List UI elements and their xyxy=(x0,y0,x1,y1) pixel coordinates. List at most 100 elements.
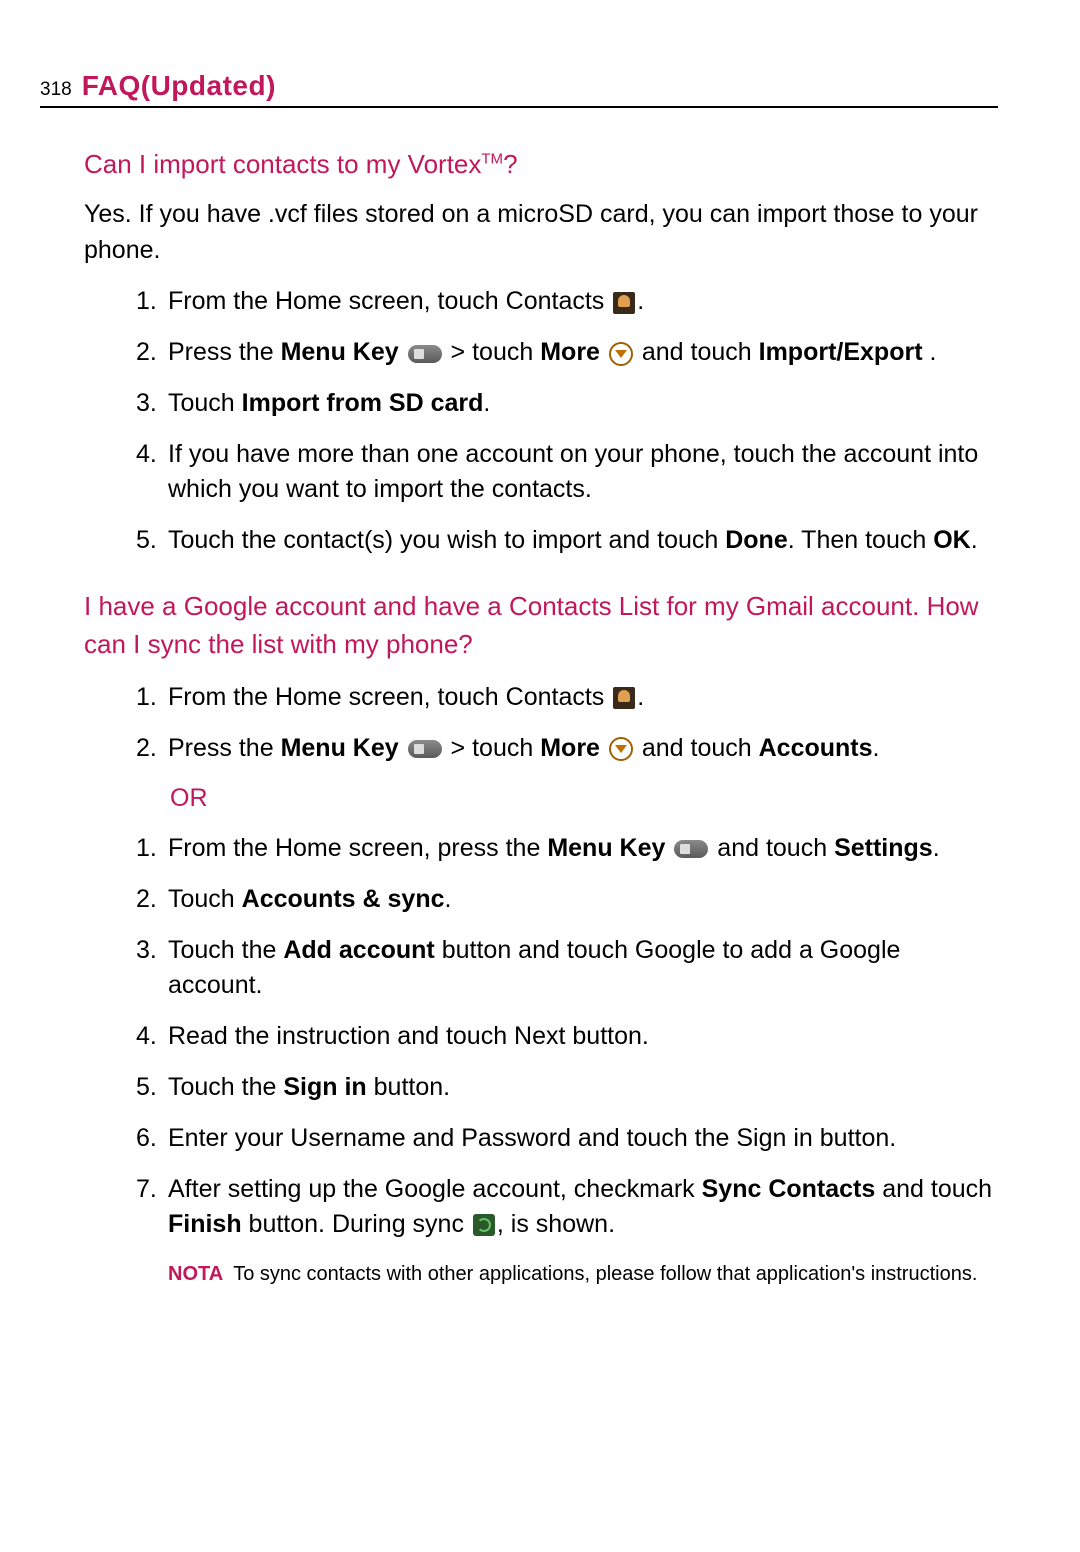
list-item: 1. From the Home screen, press the Menu … xyxy=(136,831,998,866)
bold-label: Menu Key xyxy=(281,734,399,762)
step-text: . xyxy=(933,834,940,862)
note-label: NOTA xyxy=(168,1260,223,1288)
step-text: , is shown. xyxy=(497,1210,615,1238)
more-icon xyxy=(609,737,633,761)
step-text: From the Home screen, touch Contacts xyxy=(168,683,611,711)
list-item: 2. Press the Menu Key > touch More and t… xyxy=(136,731,998,766)
step-number: 6. xyxy=(136,1121,157,1156)
trademark-symbol: TM xyxy=(481,150,503,167)
step-number: 5. xyxy=(136,1070,157,1105)
step-text: Touch xyxy=(168,389,242,417)
step-number: 7. xyxy=(136,1172,157,1207)
step-number: 4. xyxy=(136,437,157,472)
menu-key-icon xyxy=(408,740,442,758)
bold-label: Import/Export xyxy=(759,338,923,366)
list-item: 4. Read the instruction and touch Next b… xyxy=(136,1019,998,1054)
step-number: 1. xyxy=(136,831,157,866)
section-title: FAQ(Updated) xyxy=(82,70,276,102)
step-text: If you have more than one account on you… xyxy=(168,440,978,503)
menu-key-icon xyxy=(408,345,442,363)
step-number: 5. xyxy=(136,523,157,558)
bold-label: Sync Contacts xyxy=(702,1175,876,1203)
list-item: 3. Touch the Add account button and touc… xyxy=(136,933,998,1003)
step-text: > touch xyxy=(444,734,541,762)
bold-label: Accounts xyxy=(759,734,873,762)
list-item: 5. Touch the contact(s) you wish to impo… xyxy=(136,523,998,558)
more-icon xyxy=(609,342,633,366)
list-item: 1. From the Home screen, touch Contacts … xyxy=(136,284,998,319)
step-number: 3. xyxy=(136,933,157,968)
bold-label: Menu Key xyxy=(281,338,399,366)
step-text: . xyxy=(873,734,880,762)
step-number: 4. xyxy=(136,1019,157,1054)
bold-label: OK xyxy=(933,526,971,554)
step-text: . xyxy=(971,526,978,554)
q2-steps-a: 1. From the Home screen, touch Contacts … xyxy=(84,680,998,766)
or-label: OR xyxy=(170,784,998,813)
step-number: 3. xyxy=(136,386,157,421)
step-text: Read the instruction and touch Next butt… xyxy=(168,1022,649,1050)
step-number: 1. xyxy=(136,284,157,319)
step-text: . xyxy=(637,683,644,711)
bold-label: Finish xyxy=(168,1210,242,1238)
bold-label: Sign in xyxy=(283,1073,366,1101)
step-text: > touch xyxy=(444,338,541,366)
bold-label: Settings xyxy=(834,834,933,862)
faq-question-2: I have a Google account and have a Conta… xyxy=(84,588,998,663)
q1-title-pre: Can I import contacts to my Vortex xyxy=(84,149,481,179)
list-item: 7. After setting up the Google account, … xyxy=(136,1172,998,1242)
page-content: Can I import contacts to my VortexTM? Ye… xyxy=(40,146,998,1288)
menu-key-icon xyxy=(674,840,708,858)
step-text: button. During sync xyxy=(242,1210,471,1238)
step-text: Press the xyxy=(168,338,281,366)
sync-icon xyxy=(473,1214,495,1236)
step-text: and touch xyxy=(635,734,759,762)
list-item: 5. Touch the Sign in button. xyxy=(136,1070,998,1105)
note-text: To sync contacts with other applications… xyxy=(233,1260,998,1288)
faq-question-1: Can I import contacts to my VortexTM? xyxy=(84,146,998,184)
step-text: Enter your Username and Password and tou… xyxy=(168,1124,896,1152)
list-item: 3. Touch Import from SD card. xyxy=(136,386,998,421)
list-item: 4. If you have more than one account on … xyxy=(136,437,998,507)
step-text: . xyxy=(637,287,644,315)
q2-steps-b: 1. From the Home screen, press the Menu … xyxy=(84,831,998,1242)
bold-label: More xyxy=(540,338,600,366)
step-text: . xyxy=(923,338,937,366)
step-number: 2. xyxy=(136,882,157,917)
step-text: and touch xyxy=(635,338,759,366)
bold-label: Import from SD card xyxy=(242,389,484,417)
list-item: 1. From the Home screen, touch Contacts … xyxy=(136,680,998,715)
step-text: Touch the xyxy=(168,1073,283,1101)
step-text: Touch the xyxy=(168,936,283,964)
page-header: 318 FAQ(Updated) xyxy=(40,70,998,108)
q1-intro: Yes. If you have .vcf files stored on a … xyxy=(84,196,998,269)
list-item: 2. Press the Menu Key > touch More and t… xyxy=(136,335,998,370)
q1-title-post: ? xyxy=(503,149,517,179)
contacts-icon xyxy=(613,687,635,709)
bold-label: Menu Key xyxy=(547,834,665,862)
list-item: 2. Touch Accounts & sync. xyxy=(136,882,998,917)
step-text: and touch xyxy=(710,834,834,862)
step-text: Touch xyxy=(168,885,242,913)
step-number: 1. xyxy=(136,680,157,715)
step-text: button. xyxy=(367,1073,450,1101)
page-number: 318 xyxy=(40,79,72,101)
step-text: After setting up the Google account, che… xyxy=(168,1175,702,1203)
step-text: . xyxy=(483,389,490,417)
list-item: 6. Enter your Username and Password and … xyxy=(136,1121,998,1156)
bold-label: Accounts & sync xyxy=(242,885,445,913)
step-number: 2. xyxy=(136,731,157,766)
step-text: Press the xyxy=(168,734,281,762)
manual-page: 318 FAQ(Updated) Can I import contacts t… xyxy=(0,0,1080,1552)
contacts-icon xyxy=(613,292,635,314)
bold-label: Done xyxy=(725,526,788,554)
bold-label: Add account xyxy=(283,936,434,964)
step-text: From the Home screen, touch Contacts xyxy=(168,287,611,315)
step-text: and touch xyxy=(875,1175,992,1203)
bold-label: More xyxy=(540,734,600,762)
step-text: . xyxy=(445,885,452,913)
note-block: NOTA To sync contacts with other applica… xyxy=(168,1260,998,1288)
step-text: . Then touch xyxy=(788,526,933,554)
step-text: Touch the contact(s) you wish to import … xyxy=(168,526,725,554)
step-number: 2. xyxy=(136,335,157,370)
